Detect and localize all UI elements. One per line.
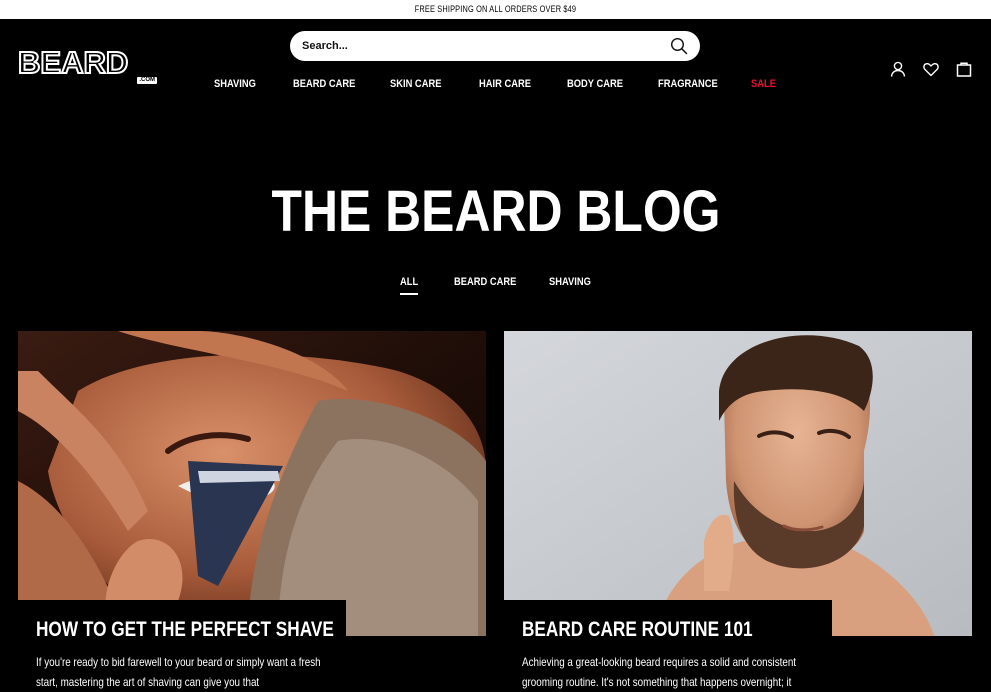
post-text-box: BEARD CARE ROUTINE 101 Achieving a great… xyxy=(504,600,832,692)
wishlist-heart-icon[interactable] xyxy=(921,59,941,79)
blog-post-card[interactable]: BEARD CARE ROUTINE 101 Achieving a great… xyxy=(504,331,972,692)
logo-com-badge: .COM xyxy=(137,77,157,84)
filter-tab-shaving[interactable]: SHAVING xyxy=(549,275,591,289)
nav-item-sale[interactable]: SALE xyxy=(751,77,776,91)
post-text-box: HOW TO GET THE PERFECT SHAVE If you're r… xyxy=(18,600,346,692)
site-logo[interactable]: BEARD .COM xyxy=(17,45,160,87)
nav-item-hair-care[interactable]: HAIR CARE xyxy=(479,77,531,91)
filter-tab-beard-care[interactable]: BEARD CARE xyxy=(454,275,516,289)
post-title[interactable]: HOW TO GET THE PERFECT SHAVE xyxy=(36,618,334,642)
post-excerpt: If you're ready to bid farewell to your … xyxy=(36,655,321,689)
nav-item-fragrance[interactable]: FRAGRANCE xyxy=(658,77,718,91)
blog-post-card[interactable]: HOW TO GET THE PERFECT SHAVE If you're r… xyxy=(18,331,486,692)
post-title[interactable]: BEARD CARE ROUTINE 101 xyxy=(522,618,753,642)
cart-bag-icon[interactable] xyxy=(954,59,974,79)
post-image-shaving[interactable] xyxy=(18,331,486,636)
promo-text: FREE SHIPPING ON ALL ORDERS OVER $49 xyxy=(414,4,577,14)
nav-item-beard-care[interactable]: BEARD CARE xyxy=(293,77,355,91)
page-title: THE BEARD BLOG xyxy=(271,179,720,244)
filter-tab-all[interactable]: ALL xyxy=(400,275,418,289)
post-excerpt: Achieving a great-looking beard requires… xyxy=(522,655,797,689)
promo-bar: FREE SHIPPING ON ALL ORDERS OVER $49 xyxy=(0,0,991,19)
header-icons xyxy=(888,59,978,79)
nav-item-skin-care[interactable]: SKIN CARE xyxy=(390,77,441,91)
blog-filter-tabs: ALL BEARD CARE SHAVING xyxy=(0,275,991,299)
search-icon[interactable] xyxy=(670,37,688,55)
post-image-beard-care[interactable] xyxy=(504,331,972,636)
nav-item-body-care[interactable]: BODY CARE xyxy=(567,77,623,91)
active-filter-underline xyxy=(400,293,418,295)
nav-item-shaving[interactable]: SHAVING xyxy=(214,77,256,91)
account-icon[interactable] xyxy=(888,59,908,79)
search-input[interactable] xyxy=(302,40,670,52)
search-bar xyxy=(290,31,700,61)
logo-wordmark: BEARD xyxy=(17,45,129,80)
